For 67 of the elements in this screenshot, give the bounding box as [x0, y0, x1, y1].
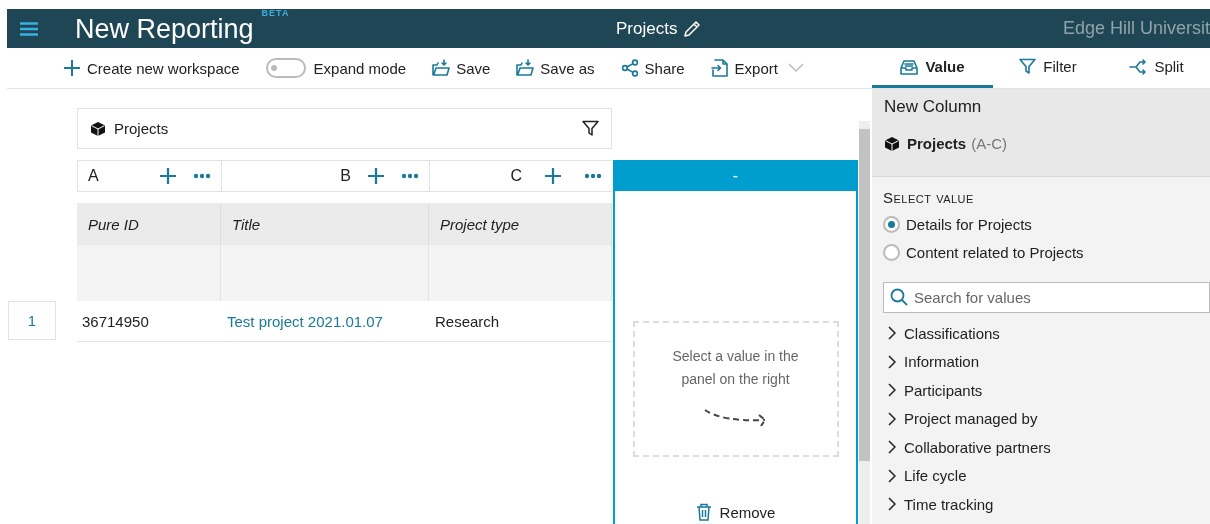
category-item[interactable]: Classifications: [888, 319, 1210, 348]
add-column-button[interactable]: [159, 165, 177, 187]
toggle-switch[interactable]: [265, 58, 306, 78]
category-item[interactable]: Collaborative partners: [888, 433, 1210, 462]
section-label: Select value: [883, 189, 975, 206]
plus-icon: [159, 167, 177, 185]
caret-icon: [787, 63, 804, 73]
panel-title: New Column: [884, 97, 983, 117]
cube-icon: [90, 120, 106, 137]
pencil-icon: [683, 19, 702, 38]
filter-icon: [1019, 58, 1037, 75]
table-link[interactable]: Test project 2021.01.07: [221, 301, 429, 341]
remove-button[interactable]: Remove: [695, 503, 776, 521]
category-item[interactable]: Time tracking: [888, 490, 1210, 519]
category-item[interactable]: Participants: [888, 376, 1210, 405]
hint-text: Select a value in the panel on the right: [671, 347, 800, 389]
search-field[interactable]: Search for values: [883, 282, 1210, 313]
save-button[interactable]: Save: [432, 53, 491, 83]
source-label: Projects: [114, 120, 169, 137]
column-letter: A: [88, 167, 99, 185]
scrollbar-thumb[interactable]: [859, 129, 870, 461]
column-letter: B: [340, 167, 351, 185]
export-icon: [710, 59, 729, 77]
category-item[interactable]: Project managed by: [888, 404, 1210, 433]
share-icon: [620, 59, 639, 77]
radio-button[interactable]: [883, 243, 900, 261]
beta-label: BETA: [261, 7, 290, 18]
toggle-label: Expand mode: [313, 59, 407, 77]
table-cell-text: 36714950: [81, 311, 150, 332]
plus-icon: [544, 167, 562, 185]
filter-button[interactable]: [582, 120, 599, 137]
table-cell-text: Research: [434, 311, 501, 332]
panel-tab[interactable]: Filter: [993, 48, 1103, 88]
category-item[interactable]: Life cycle: [888, 461, 1210, 490]
radio-option[interactable]: Content related to Projects: [883, 238, 1210, 266]
share-button[interactable]: Share: [620, 53, 685, 83]
folder-icon: [516, 59, 535, 77]
folder-icon: [432, 59, 451, 77]
menu-icon: [20, 21, 38, 36]
split-icon: [1129, 58, 1148, 75]
row-number: 1: [8, 301, 56, 340]
panel-tab[interactable]: Split: [1103, 48, 1210, 88]
column-range: (A-C): [971, 135, 1008, 152]
create-workspace-button[interactable]: Create new workspace: [63, 53, 240, 83]
tray-icon: [900, 58, 919, 75]
trash-icon: [695, 503, 712, 521]
more-icon: [193, 173, 211, 179]
more-icon: [584, 173, 602, 179]
save-as-button[interactable]: Save as: [516, 53, 595, 83]
export-button[interactable]: Export: [710, 53, 804, 83]
organisation-name: Edge Hill Universit: [1062, 18, 1210, 39]
report-title: Projects: [616, 18, 678, 39]
source-name: Projects: [907, 135, 967, 152]
plus-icon: [367, 167, 385, 185]
filter-icon: [582, 120, 599, 137]
plus-icon: [63, 59, 81, 77]
radio-button[interactable]: [883, 215, 900, 233]
add-column-button[interactable]: [544, 165, 562, 187]
radio-option[interactable]: Details for Projects: [883, 210, 1210, 238]
cube-icon: [884, 135, 900, 152]
category-item[interactable]: Information: [888, 347, 1210, 376]
column-letter: C: [510, 167, 522, 185]
add-column-button[interactable]: [367, 165, 385, 187]
app-title: New Reporting: [75, 13, 254, 44]
new-column-header: -: [613, 160, 858, 191]
more-icon: [401, 173, 419, 179]
scrollbar[interactable]: [859, 121, 870, 524]
